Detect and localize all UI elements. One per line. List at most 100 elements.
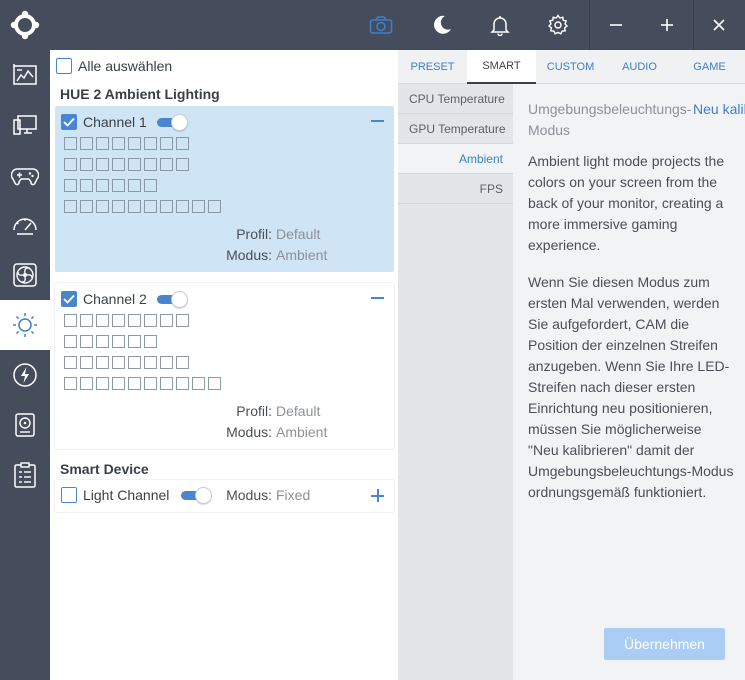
- led-cell[interactable]: [192, 200, 205, 213]
- tab-smart[interactable]: SMART: [467, 50, 536, 84]
- led-cell[interactable]: [160, 356, 173, 369]
- led-cell[interactable]: [64, 377, 77, 390]
- led-cell[interactable]: [176, 158, 189, 171]
- led-cell[interactable]: [160, 377, 173, 390]
- channel-1-checkbox[interactable]: [61, 114, 77, 130]
- led-cell[interactable]: [176, 356, 189, 369]
- tab-game[interactable]: GAME: [674, 50, 745, 83]
- led-cell[interactable]: [64, 314, 77, 327]
- led-cell[interactable]: [96, 200, 109, 213]
- mode-item-cpu-temperature[interactable]: CPU Temperature: [398, 84, 513, 113]
- led-cell[interactable]: [96, 335, 109, 348]
- led-cell[interactable]: [96, 377, 109, 390]
- led-cell[interactable]: [96, 179, 109, 192]
- led-cell[interactable]: [112, 158, 125, 171]
- led-cell[interactable]: [144, 356, 157, 369]
- dashboard-icon[interactable]: [0, 50, 50, 100]
- gamepad-icon[interactable]: [0, 150, 50, 200]
- moon-icon[interactable]: [420, 0, 464, 50]
- led-cell[interactable]: [64, 200, 77, 213]
- led-cell[interactable]: [96, 314, 109, 327]
- led-cell[interactable]: [160, 200, 173, 213]
- led-cell[interactable]: [64, 158, 77, 171]
- minimize-button[interactable]: [590, 0, 642, 50]
- led-cell[interactable]: [80, 200, 93, 213]
- collapse-button[interactable]: [370, 289, 386, 305]
- led-cell[interactable]: [176, 314, 189, 327]
- channel-2-checkbox[interactable]: [61, 291, 77, 307]
- led-cell[interactable]: [64, 137, 77, 150]
- select-all-checkbox[interactable]: Alle auswählen: [56, 58, 172, 74]
- led-cell[interactable]: [144, 179, 157, 192]
- led-cell[interactable]: [112, 137, 125, 150]
- led-cell[interactable]: [64, 335, 77, 348]
- led-cell[interactable]: [144, 335, 157, 348]
- tab-preset[interactable]: PRESET: [398, 50, 467, 83]
- led-cell[interactable]: [128, 314, 141, 327]
- led-cell[interactable]: [112, 179, 125, 192]
- led-cell[interactable]: [80, 335, 93, 348]
- channel-1-toggle[interactable]: [156, 114, 189, 131]
- led-cell[interactable]: [208, 200, 221, 213]
- led-cell[interactable]: [144, 377, 157, 390]
- led-cell[interactable]: [160, 137, 173, 150]
- led-cell[interactable]: [96, 158, 109, 171]
- mode-item-fps[interactable]: FPS: [398, 174, 513, 203]
- led-cell[interactable]: [96, 356, 109, 369]
- led-cell[interactable]: [128, 200, 141, 213]
- tab-audio[interactable]: AUDIO: [605, 50, 674, 83]
- add-button[interactable]: [370, 488, 386, 504]
- channel-1-card[interactable]: Channel 1 Profil: Default Modus: Ambient: [55, 106, 394, 272]
- led-cell[interactable]: [144, 314, 157, 327]
- speedometer-icon[interactable]: [0, 200, 50, 250]
- fan-icon[interactable]: [0, 250, 50, 300]
- led-cell[interactable]: [144, 137, 157, 150]
- led-cell[interactable]: [112, 356, 125, 369]
- bell-icon[interactable]: [478, 0, 522, 50]
- mode-item-gpu-temperature[interactable]: GPU Temperature: [398, 114, 513, 143]
- led-cell[interactable]: [160, 314, 173, 327]
- apply-button[interactable]: Übernehmen: [604, 628, 725, 660]
- led-cell[interactable]: [112, 200, 125, 213]
- led-cell[interactable]: [128, 158, 141, 171]
- led-cell[interactable]: [80, 158, 93, 171]
- led-cell[interactable]: [80, 137, 93, 150]
- led-cell[interactable]: [176, 137, 189, 150]
- led-cell[interactable]: [128, 335, 141, 348]
- mode-item-ambient[interactable]: Ambient: [398, 144, 513, 173]
- monitor-icon[interactable]: [0, 100, 50, 150]
- collapse-button[interactable]: [370, 112, 386, 128]
- led-cell[interactable]: [144, 200, 157, 213]
- light-channel-card[interactable]: Light Channel Modus: Fixed: [55, 480, 394, 512]
- tab-custom[interactable]: CUSTOM: [536, 50, 605, 83]
- channel-2-card[interactable]: Channel 2 Profil: Default Modus: Ambient: [55, 283, 394, 449]
- led-cell[interactable]: [64, 356, 77, 369]
- led-cell[interactable]: [96, 137, 109, 150]
- led-cell[interactable]: [112, 314, 125, 327]
- gear-icon[interactable]: [536, 0, 580, 50]
- led-cell[interactable]: [112, 335, 125, 348]
- power-icon[interactable]: [0, 350, 50, 400]
- led-cell[interactable]: [144, 158, 157, 171]
- checklist-icon[interactable]: [0, 450, 50, 500]
- led-cell[interactable]: [128, 356, 141, 369]
- maximize-button[interactable]: [641, 0, 693, 50]
- led-cell[interactable]: [80, 377, 93, 390]
- camera-icon[interactable]: [359, 0, 403, 50]
- led-cell[interactable]: [112, 377, 125, 390]
- storage-icon[interactable]: [0, 400, 50, 450]
- led-cell[interactable]: [128, 137, 141, 150]
- led-cell[interactable]: [80, 356, 93, 369]
- led-cell[interactable]: [176, 200, 189, 213]
- led-cell[interactable]: [128, 179, 141, 192]
- led-cell[interactable]: [192, 377, 205, 390]
- led-cell[interactable]: [176, 377, 189, 390]
- led-cell[interactable]: [64, 179, 77, 192]
- recalibrate-link[interactable]: Neu kalibrieren: [693, 99, 745, 120]
- led-cell[interactable]: [160, 158, 173, 171]
- led-cell[interactable]: [128, 377, 141, 390]
- channel-2-toggle[interactable]: [156, 291, 189, 308]
- lighting-icon[interactable]: [0, 300, 50, 350]
- led-cell[interactable]: [208, 377, 221, 390]
- close-button[interactable]: [693, 0, 745, 50]
